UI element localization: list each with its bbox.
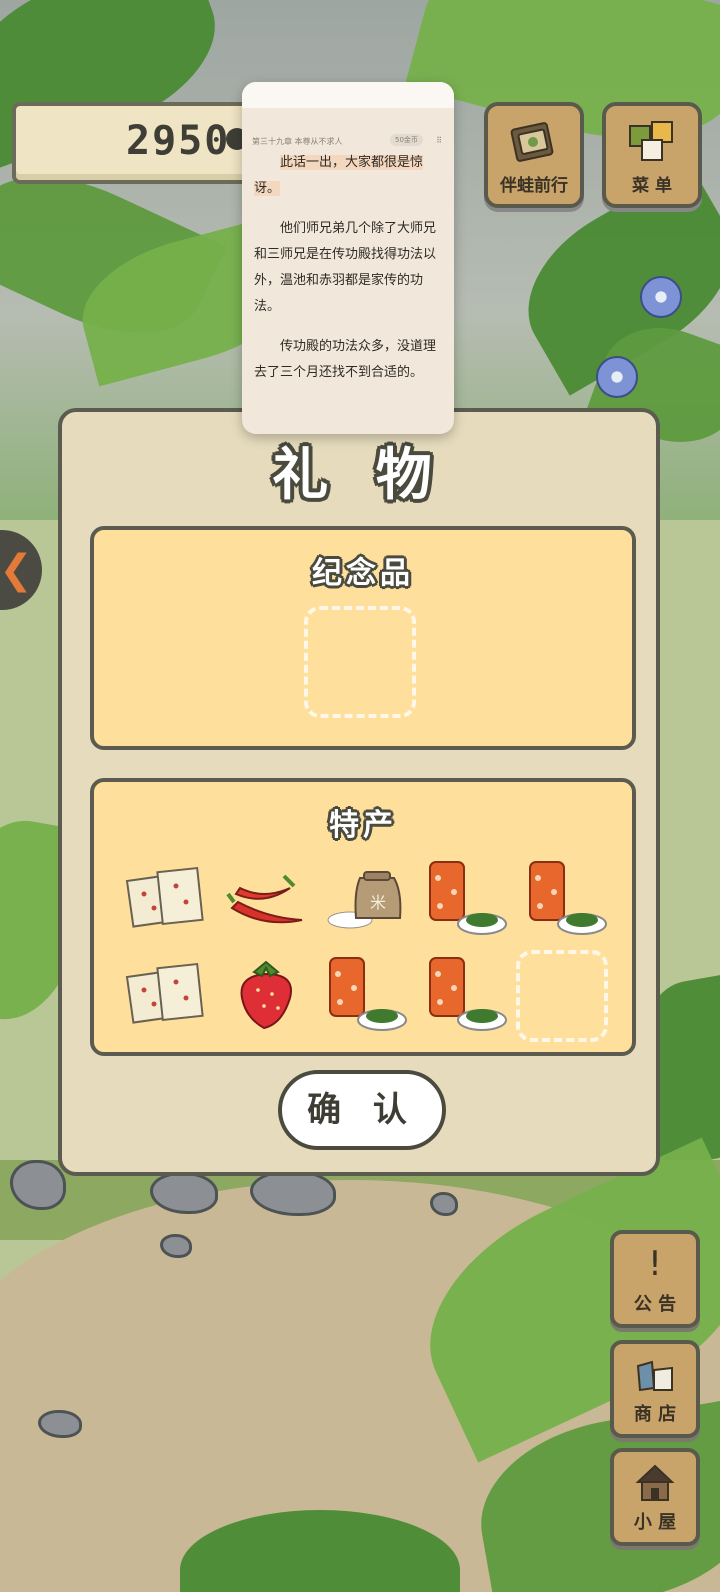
exclamation-icon: ! <box>648 1244 662 1284</box>
morning-glory-flower <box>596 356 638 398</box>
reader-popup-top-bar <box>242 82 454 108</box>
tea-can-icon[interactable] <box>424 858 508 938</box>
chili-pepper-icon[interactable] <box>224 858 308 938</box>
notice-button-label: 公 告 <box>633 1294 677 1315</box>
stone <box>430 1192 458 1216</box>
menu-button-label: 菜 单 <box>632 176 672 196</box>
rice-sack-icon[interactable]: 米 <box>324 858 408 938</box>
rice-cake-icon[interactable] <box>124 858 208 938</box>
confirm-button[interactable]: 确 认 <box>278 1070 446 1150</box>
souvenir-empty-slot[interactable] <box>304 606 416 718</box>
house-button[interactable]: 小 屋 <box>610 1448 700 1546</box>
tea-can-icon[interactable] <box>524 858 608 938</box>
chapter-title[interactable]: 第三十九章 本尊从不求人 <box>252 136 343 147</box>
more-options-icon[interactable]: ⠿ <box>436 136 442 145</box>
stone <box>160 1234 192 1258</box>
travel-button-label: 伴蛙前行 <box>500 176 568 196</box>
house-icon <box>635 1464 675 1501</box>
reader-paragraph: 此话一出，大家都很是惊讶。 <box>254 150 444 202</box>
back-arrow-icon: ❮ <box>0 547 33 593</box>
shop-button-label: 商 店 <box>633 1404 677 1425</box>
reader-paragraph-highlight: 此话一出，大家都很是惊讶。 <box>254 155 424 196</box>
souvenir-section-title: 纪念品 <box>312 556 414 591</box>
specialty-section: 特产 米 <box>90 778 636 1056</box>
travel-button[interactable]: 伴蛙前行 <box>484 102 584 208</box>
reader-paragraph: 他们师兄弟几个除了大师兄和三师兄是在传功殿找得功法以外，温池和赤羽都是家传的功法… <box>254 221 437 314</box>
reader-header: 第三十九章 本尊从不求人 50金币 ⠿ <box>252 134 446 148</box>
svg-text:米: 米 <box>370 893 386 912</box>
souvenir-section: 纪念品 <box>90 526 636 750</box>
album-icon <box>510 122 554 162</box>
specialty-empty-slot[interactable] <box>516 950 608 1042</box>
reader-paragraph: 传功殿的功法众多，没道理去了三个月还找不到合适的。 <box>254 339 437 380</box>
menu-squares-icon <box>629 121 673 161</box>
rice-cake-icon[interactable] <box>124 954 208 1034</box>
clover-count: 2950 <box>126 118 231 164</box>
tea-can-icon[interactable] <box>424 954 508 1034</box>
shop-button[interactable]: 商 店 <box>610 1340 700 1438</box>
reader-popup[interactable]: 第三十九章 本尊从不求人 50金币 ⠿ 此话一出，大家都很是惊讶。 他们师兄弟几… <box>242 82 454 434</box>
morning-glory-flower <box>640 276 682 318</box>
gift-dialog-title: 礼 物 <box>272 443 446 508</box>
gift-dialog: 礼 物 纪念品 特产 米 确 认 <box>58 408 660 1176</box>
notice-button[interactable]: ! 公 告 <box>610 1230 700 1328</box>
shop-bags-icon <box>636 1360 673 1392</box>
clover-counter: 2950 <box>12 102 270 184</box>
reader-text: 此话一出，大家都很是惊讶。 他们师兄弟几个除了大师兄和三师兄是在传功殿找得功法以… <box>254 150 444 400</box>
menu-button[interactable]: 菜 单 <box>602 102 702 208</box>
specialty-section-title: 特产 <box>329 808 397 843</box>
strawberry-icon[interactable] <box>224 954 308 1034</box>
house-button-label: 小 屋 <box>633 1512 677 1533</box>
stone <box>38 1410 82 1438</box>
tea-can-icon[interactable] <box>324 954 408 1034</box>
coins-badge[interactable]: 50金币 <box>390 134 423 146</box>
